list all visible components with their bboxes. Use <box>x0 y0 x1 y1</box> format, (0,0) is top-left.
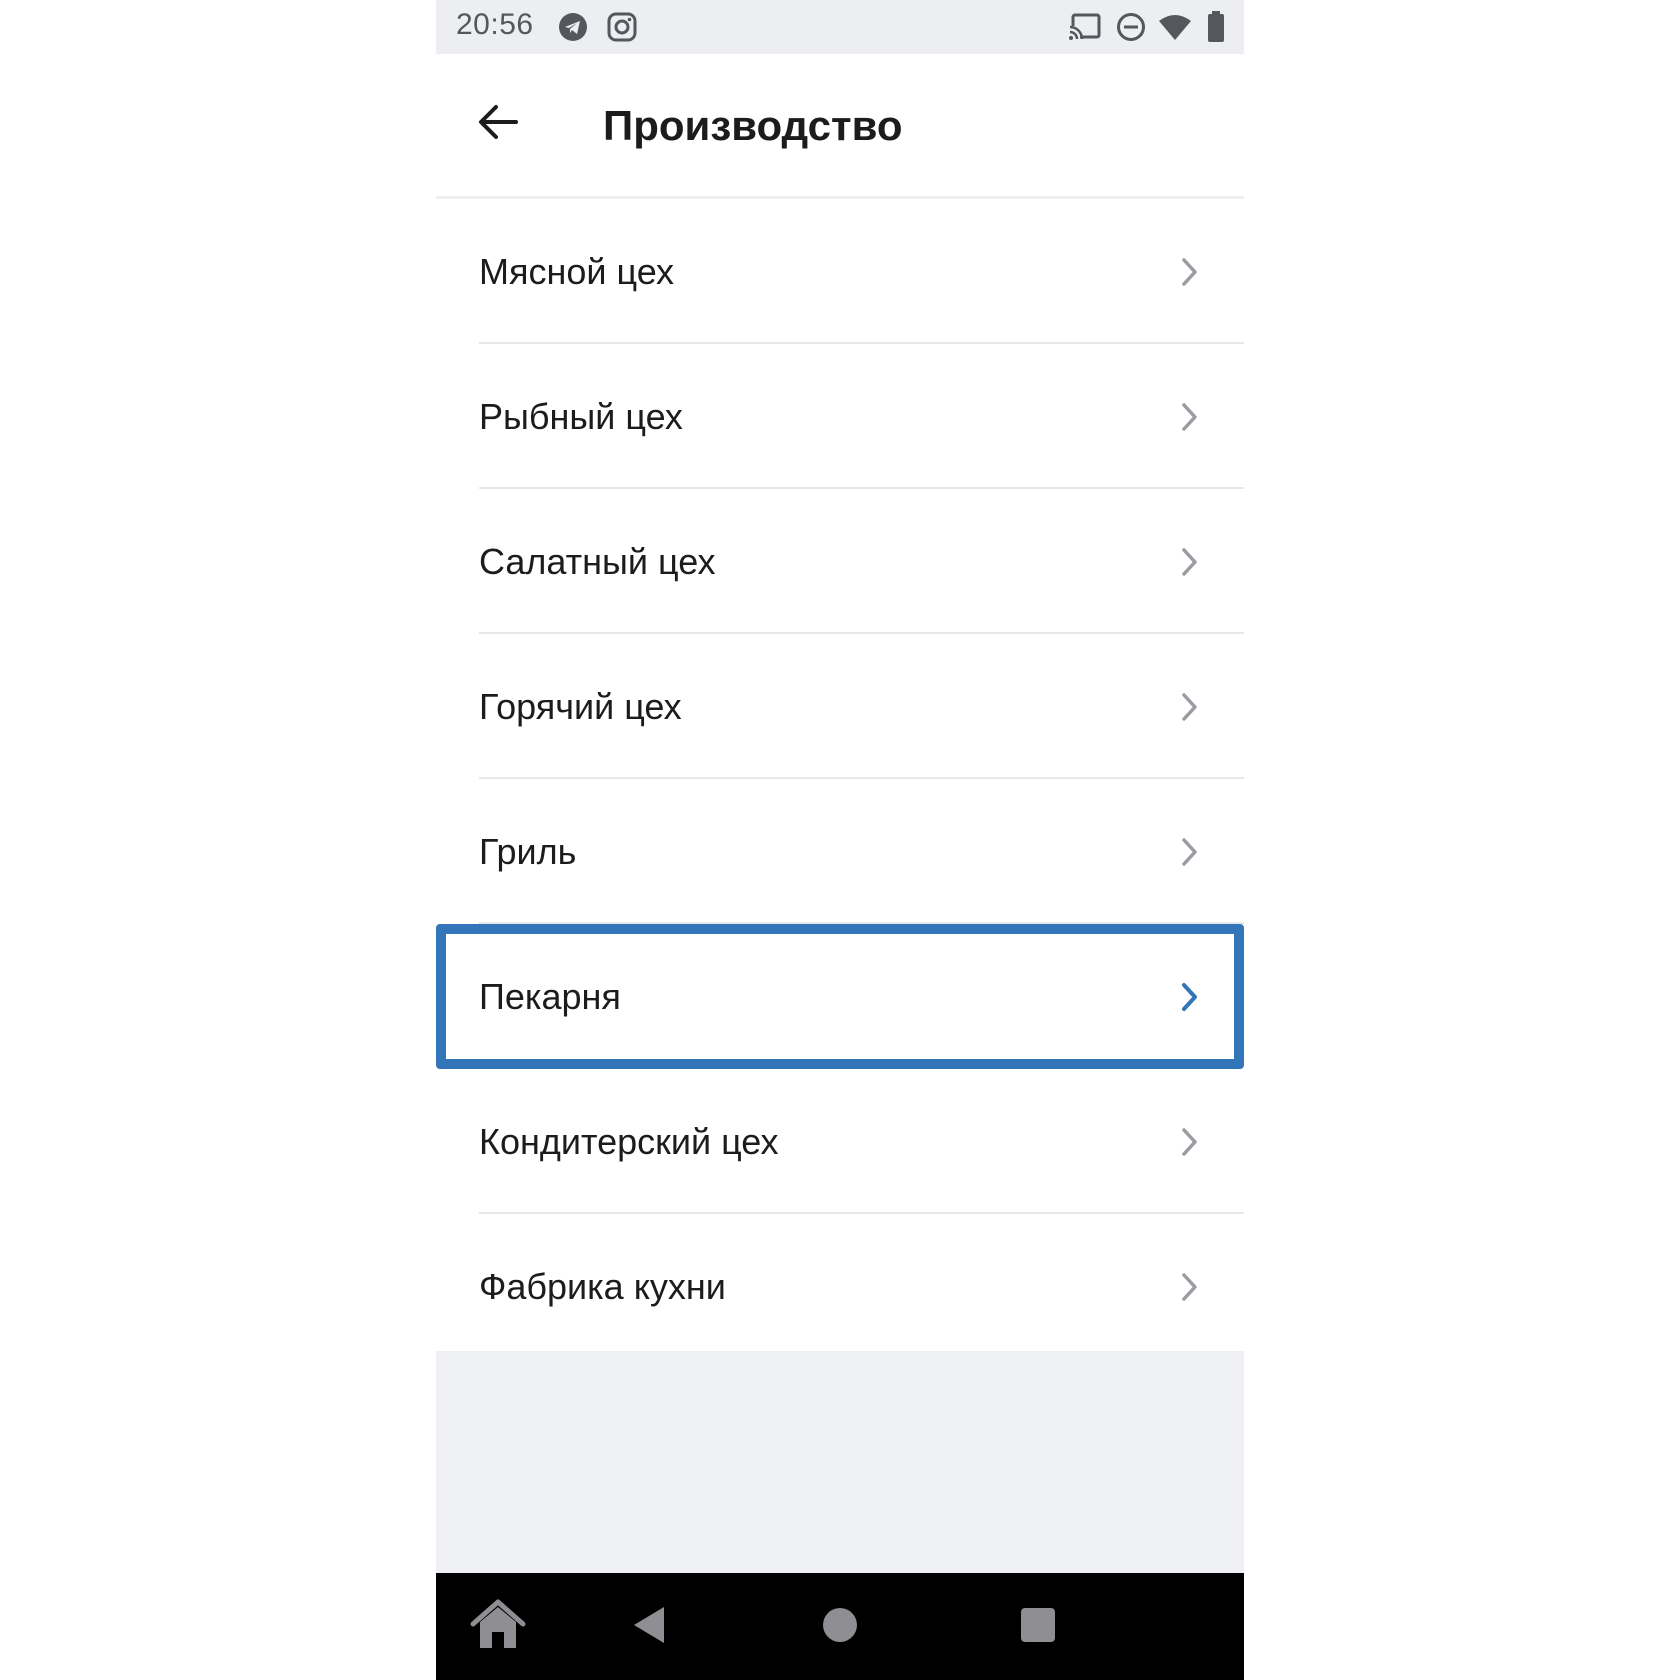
list-item-confectionery-shop[interactable]: Кондитерский цех <box>436 1069 1244 1214</box>
chevron-right-icon <box>1176 980 1202 1014</box>
list-item-label: Пекарня <box>479 975 621 1017</box>
home-icon <box>469 1598 527 1657</box>
list-item-fish-shop[interactable]: Рыбный цех <box>436 344 1244 489</box>
list-item-grill[interactable]: Гриль <box>436 779 1244 924</box>
instagram-icon <box>607 12 637 47</box>
production-list: Мясной цех Рыбный цех Салатный цех Горяч… <box>436 199 1244 1359</box>
list-item-label: Горячий цех <box>479 685 682 727</box>
chevron-right-icon <box>1176 1125 1202 1159</box>
list-item-label: Мясной цех <box>479 250 674 292</box>
list-item-label: Рыбный цех <box>479 395 683 437</box>
do-not-disturb-icon <box>1116 12 1146 47</box>
cast-icon <box>1068 12 1102 47</box>
nav-recents-button[interactable] <box>1008 1599 1068 1655</box>
status-time: 20:56 <box>456 8 534 41</box>
list-item-kitchen-factory[interactable]: Фабрика кухни <box>436 1214 1244 1359</box>
battery-icon <box>1206 11 1226 48</box>
phone-screen: 20:56 Производство Мясной цех Рыбный цех… <box>436 0 1244 1680</box>
chevron-right-icon <box>1176 690 1202 724</box>
telegram-icon <box>558 12 588 47</box>
status-bar: 20:56 <box>436 0 1244 54</box>
chevron-right-icon <box>1176 835 1202 869</box>
list-item-bakery[interactable]: Пекарня <box>436 924 1244 1069</box>
nav-back-button[interactable] <box>619 1599 679 1655</box>
page-title: Производство <box>603 102 903 149</box>
nav-home-circle-button[interactable] <box>810 1599 870 1655</box>
back-triangle-icon <box>631 1605 667 1650</box>
wifi-icon <box>1158 13 1192 46</box>
chevron-right-icon <box>1176 545 1202 579</box>
home-circle-icon <box>822 1607 858 1648</box>
list-item-hot-shop[interactable]: Горячий цех <box>436 634 1244 779</box>
recents-square-icon <box>1020 1607 1056 1648</box>
list-item-label: Кондитерский цех <box>479 1120 779 1162</box>
chevron-right-icon <box>1176 400 1202 434</box>
chevron-right-icon <box>1176 1270 1202 1304</box>
arrow-left-icon <box>476 102 520 147</box>
list-item-meat-shop[interactable]: Мясной цех <box>436 199 1244 344</box>
empty-area <box>436 1351 1244 1573</box>
list-item-label: Салатный цех <box>479 540 716 582</box>
list-item-label: Гриль <box>479 830 577 872</box>
list-item-salad-shop[interactable]: Салатный цех <box>436 489 1244 634</box>
system-nav-bar <box>436 1573 1244 1680</box>
chevron-right-icon <box>1176 255 1202 289</box>
app-header: Производство <box>436 54 1244 199</box>
back-button[interactable] <box>466 92 530 156</box>
list-item-label: Фабрика кухни <box>479 1265 726 1307</box>
nav-home-button[interactable] <box>468 1599 528 1655</box>
